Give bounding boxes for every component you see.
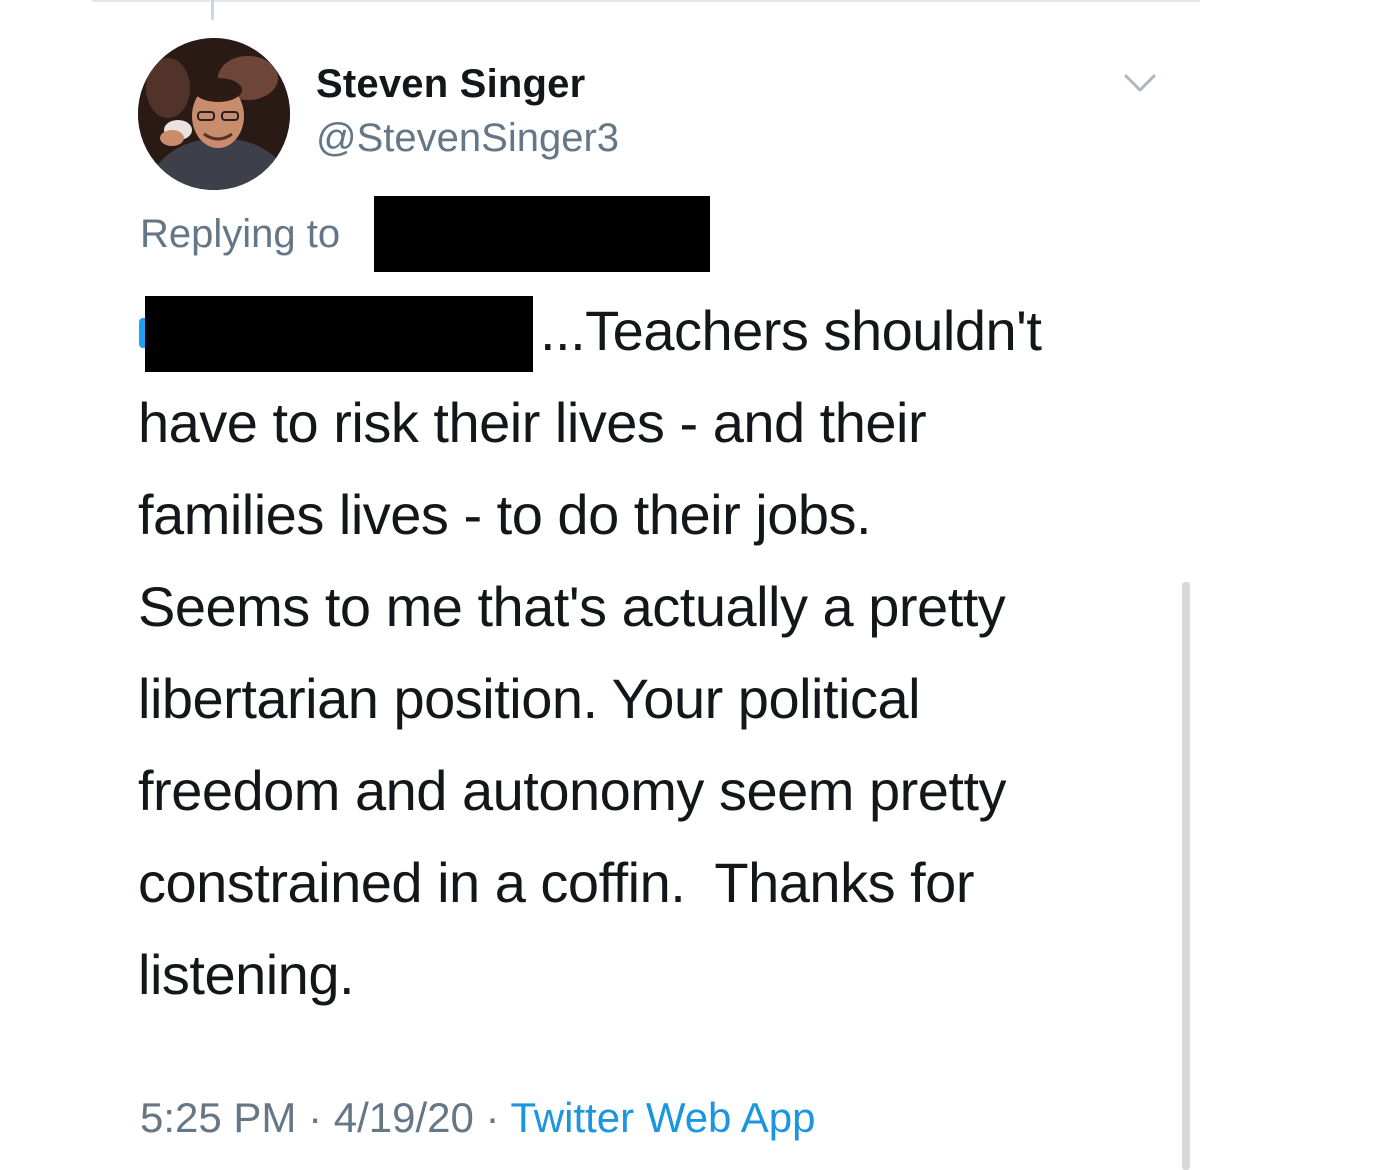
tweet-time[interactable]: 5:25 PM — [140, 1094, 296, 1141]
tweet-text-line: freedom and autonomy seem pretty — [138, 759, 1007, 822]
redacted-mention — [145, 296, 533, 372]
tweet-metadata: 5:25 PM · 4/19/20 · Twitter Web App — [140, 1094, 816, 1142]
thread-divider — [92, 0, 1200, 2]
tweet-text-line: constrained in a coffin. Thanks for — [138, 851, 974, 914]
scrollbar[interactable] — [1182, 582, 1190, 1170]
display-name[interactable]: Steven Singer — [316, 62, 585, 107]
tweet-text-line: have to risk their lives - and their — [138, 391, 927, 454]
tweet-source-link[interactable]: Twitter Web App — [510, 1094, 815, 1141]
chevron-down-icon[interactable] — [1118, 64, 1162, 100]
user-handle[interactable]: @StevenSinger3 — [316, 116, 619, 161]
tweet-text-line: listening. — [138, 943, 355, 1006]
tweet-text-line: ...Teachers shouldn't — [540, 299, 1042, 362]
tweet-text-line: families lives - to do their jobs. — [138, 483, 872, 546]
meta-separator: · — [296, 1094, 334, 1141]
tweet-date[interactable]: 4/19/20 — [334, 1094, 474, 1141]
thread-connector-line — [211, 0, 214, 20]
avatar-photo — [138, 38, 290, 190]
redacted-reply-handle — [374, 196, 710, 272]
replying-to-label: Replying to — [140, 212, 341, 256]
avatar[interactable] — [138, 38, 290, 190]
tweet-text-line: libertarian position. Your political — [138, 667, 921, 730]
tweet-text-line: Seems to me that's actually a pretty — [138, 575, 1006, 638]
meta-separator: · — [473, 1094, 511, 1141]
